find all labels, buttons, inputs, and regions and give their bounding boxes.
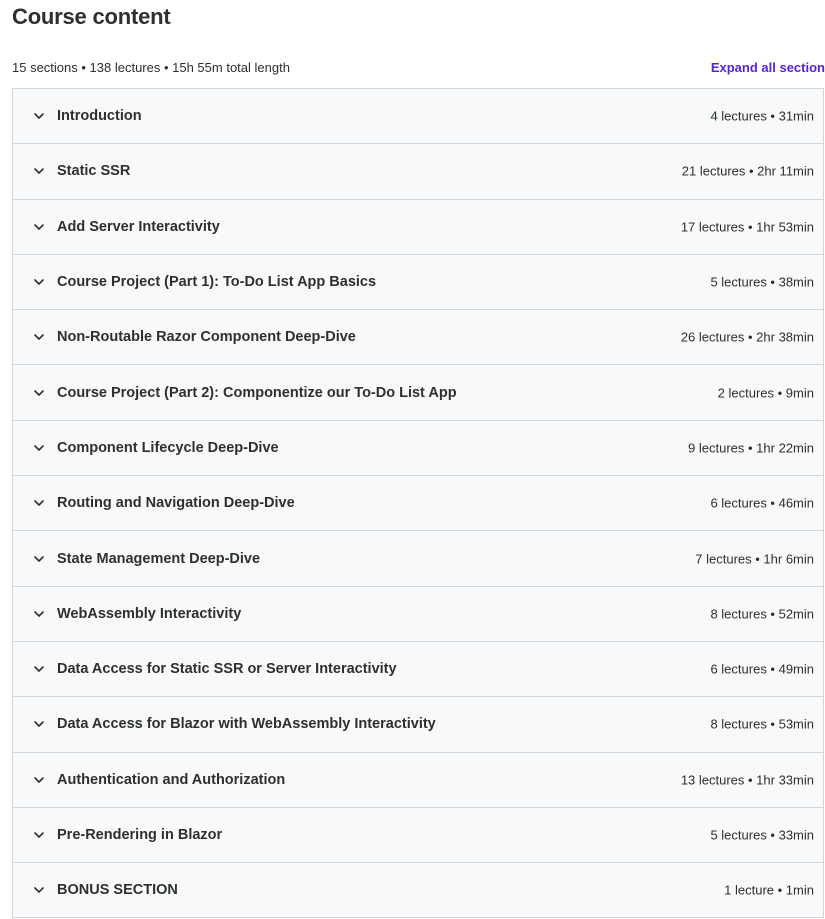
section-title: Data Access for Blazor with WebAssembly … — [57, 716, 436, 733]
chevron-down-icon[interactable] — [33, 387, 45, 399]
page-title: Course content — [12, 4, 171, 29]
section-meta: 9 lectures • 1hr 22min — [688, 440, 814, 456]
section-title: Authentication and Authorization — [57, 771, 286, 788]
section-header[interactable]: BONUS SECTION 1 lecture • 1min — [13, 863, 823, 919]
section-header[interactable]: Authentication and Authorization 13 lectu… — [13, 752, 823, 808]
chevron-down-icon[interactable] — [33, 221, 45, 233]
section-meta: 1 lecture • 1min — [724, 882, 814, 898]
section-title: Course Project (Part 2): Componentize ou… — [57, 384, 457, 401]
section-title: WebAssembly Interactivity — [57, 605, 242, 622]
section-meta: 26 lectures • 2hr 38min — [680, 329, 814, 345]
section-meta: 8 lectures • 52min — [710, 606, 814, 622]
section-header[interactable]: Data Access for Static SSR or Server Int… — [13, 641, 823, 698]
section-meta: 4 lectures • 31min — [710, 108, 814, 124]
section-meta: 2 lectures • 9min — [717, 385, 814, 401]
section-meta: 6 lectures • 49min — [710, 661, 814, 677]
section-meta: 6 lectures • 46min — [710, 495, 814, 511]
chevron-down-icon[interactable] — [33, 884, 45, 896]
section-meta: 13 lectures • 1hr 33min — [680, 772, 814, 788]
section-title: Routing and Navigation Deep-Dive — [57, 495, 295, 512]
section-header[interactable]: Routing and Navigation Deep-Dive 6 lectur… — [13, 476, 823, 532]
section-header[interactable]: Course Project (Part 2): Componentize ou… — [13, 365, 823, 421]
section-title: Data Access for Static SSR or Server Int… — [57, 661, 397, 678]
section-header[interactable]: Introduction 4 lectures • 31min — [13, 89, 823, 145]
chevron-down-icon[interactable] — [33, 774, 45, 786]
expand-all-sections-button[interactable]: Expand all section — [711, 60, 825, 75]
chevron-down-icon[interactable] — [33, 608, 45, 620]
section-meta: 21 lectures • 2hr 11min — [681, 163, 814, 179]
section-meta: 8 lectures • 53min — [710, 716, 814, 732]
chevron-down-icon[interactable] — [33, 663, 45, 675]
chevron-down-icon[interactable] — [33, 553, 45, 565]
sections-list: Introduction 4 lectures • 31min Static SSR… — [12, 88, 824, 919]
section-header[interactable]: WebAssembly Interactivity 8 lectures • 52… — [13, 586, 823, 642]
section-title: Add Server Interactivity — [57, 218, 220, 235]
section-title: Pre-Rendering in Blazor — [57, 827, 223, 843]
section-title: Introduction — [57, 108, 142, 125]
section-header[interactable]: Pre-Rendering in Blazor 5 lectures • 33mi… — [13, 807, 823, 864]
chevron-down-icon[interactable] — [33, 829, 45, 841]
course-summary: 15 sections • 138 lectures • 15h 55m tot… — [12, 60, 290, 75]
section-meta: 5 lectures • 33min — [710, 827, 814, 843]
section-header[interactable]: State Management Deep-Dive 7 lectures • 1… — [13, 531, 823, 587]
section-header[interactable]: Non-Routable Razor Component Deep-Dive 26… — [13, 310, 823, 366]
chevron-down-icon[interactable] — [33, 497, 45, 509]
section-title: Non-Routable Razor Component Deep-Dive — [57, 329, 356, 346]
chevron-down-icon[interactable] — [33, 110, 45, 122]
section-header[interactable]: Static SSR 21 lectures • 2hr 11min — [13, 144, 823, 200]
section-title: Static SSR — [57, 163, 131, 180]
section-title: BONUS SECTION — [57, 882, 178, 899]
section-meta: 5 lectures • 38min — [710, 274, 814, 290]
course-summary-row: 15 sections • 138 lectures • 15h 55m tot… — [12, 60, 825, 78]
chevron-down-icon[interactable] — [33, 442, 45, 454]
section-title: Course Project (Part 1): To-Do List App … — [57, 274, 377, 291]
section-header[interactable]: Component Lifecycle Deep-Dive 9 lectures … — [13, 420, 823, 477]
course-content-panel: Course content 15 sections • 138 lecture… — [0, 0, 825, 919]
section-title: Component Lifecycle Deep-Dive — [57, 439, 279, 456]
section-header[interactable]: Data Access for Blazor with WebAssembly … — [13, 697, 823, 753]
section-meta: 17 lectures • 1hr 53min — [680, 219, 814, 235]
chevron-down-icon[interactable] — [33, 718, 45, 730]
chevron-down-icon[interactable] — [33, 165, 45, 177]
section-meta: 7 lectures • 1hr 6min — [695, 551, 814, 567]
section-header[interactable]: Add Server Interactivity 17 lectures • 1h… — [13, 199, 823, 255]
section-title: State Management Deep-Dive — [57, 550, 261, 567]
section-header[interactable]: Course Project (Part 1): To-Do List App … — [13, 254, 823, 311]
chevron-down-icon[interactable] — [33, 276, 45, 288]
chevron-down-icon[interactable] — [33, 331, 45, 343]
